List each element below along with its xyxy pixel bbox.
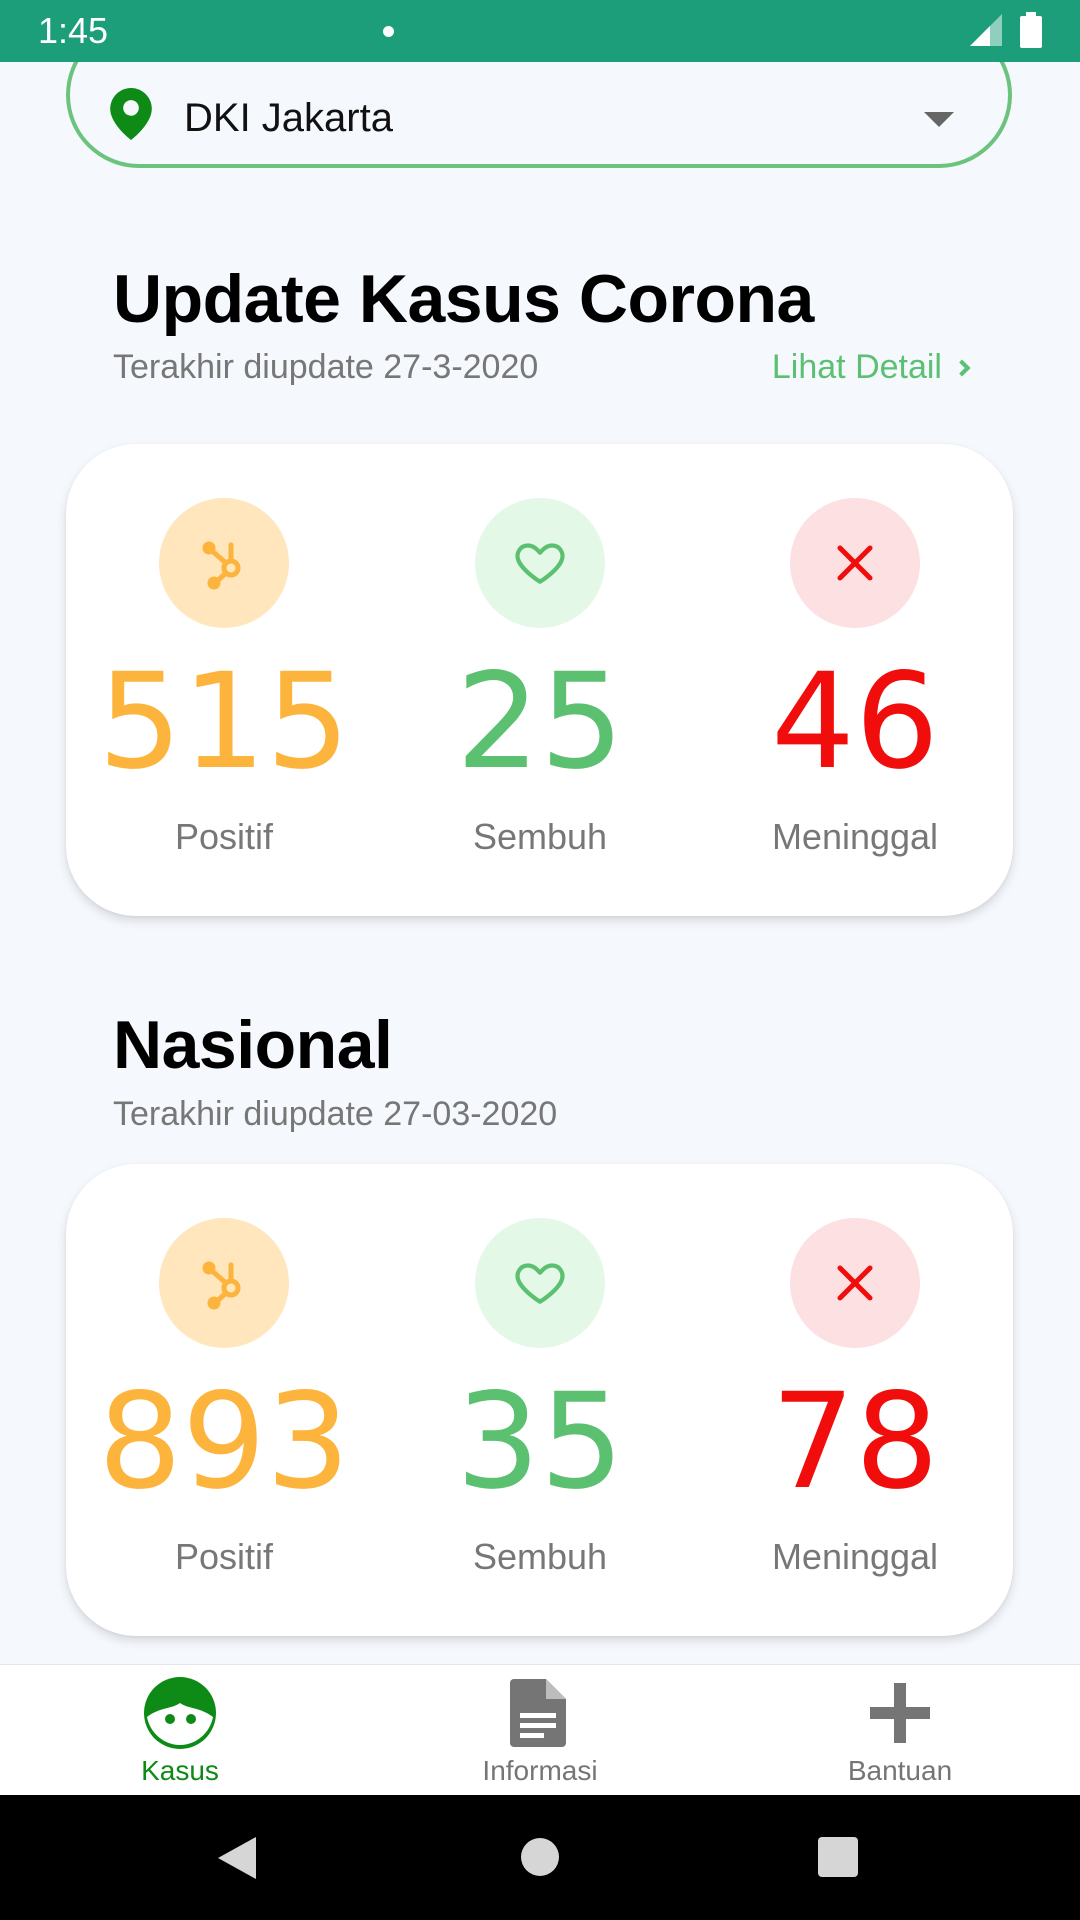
nav-item-kasus[interactable]: Kasus bbox=[0, 1665, 360, 1796]
stat-value: 25 bbox=[456, 645, 624, 799]
stat-label: Positif bbox=[174, 1536, 274, 1577]
stat-value: 35 bbox=[456, 1365, 624, 1519]
status-time: 1:45 bbox=[38, 10, 109, 51]
detail-link[interactable]: Lihat Detail bbox=[771, 348, 971, 387]
close-icon bbox=[790, 1218, 920, 1348]
regional-title: Update Kasus Corona bbox=[113, 261, 814, 337]
stat-label: Meninggal bbox=[771, 1536, 939, 1577]
stat-recovered: 35 Sembuh bbox=[390, 1164, 690, 1636]
national-updated: Terakhir diupdate 27-03-2020 bbox=[113, 1095, 558, 1133]
nav-item-bantuan[interactable]: Bantuan bbox=[720, 1665, 1080, 1796]
location-value: DKI Jakarta bbox=[184, 96, 393, 140]
stat-label: Sembuh bbox=[472, 1536, 608, 1577]
national-card: 893 Positif 35 Sembuh 78 Meninggal bbox=[66, 1164, 1013, 1636]
stat-positive: 515 Positif bbox=[74, 444, 374, 916]
stat-value: 78 bbox=[771, 1365, 939, 1519]
home-icon[interactable] bbox=[520, 1837, 560, 1877]
detail-link-label: Lihat Detail bbox=[771, 348, 942, 386]
battery-icon bbox=[1020, 12, 1042, 48]
regional-card: 515 Positif 25 Sembuh 46 Meninggal bbox=[66, 444, 1013, 916]
close-icon bbox=[790, 498, 920, 628]
bottom-navigation: Kasus Informasi Bantuan bbox=[0, 1664, 1080, 1795]
status-bar: 1:45 bbox=[0, 0, 1080, 62]
stat-deaths: 46 Meninggal bbox=[705, 444, 1005, 916]
location-dropdown[interactable]: DKI Jakarta bbox=[66, 62, 1012, 168]
location-pin-icon bbox=[110, 88, 152, 140]
nav-label: Informasi bbox=[482, 1755, 598, 1786]
virus-icon bbox=[159, 1218, 289, 1348]
national-title: Nasional bbox=[113, 1007, 393, 1083]
virus-icon bbox=[159, 498, 289, 628]
notification-dot-icon bbox=[383, 26, 394, 37]
stat-recovered: 25 Sembuh bbox=[390, 444, 690, 916]
stat-label: Positif bbox=[174, 816, 274, 857]
chevron-right-icon bbox=[953, 359, 971, 376]
stat-positive: 893 Positif bbox=[74, 1164, 374, 1636]
stat-value: 515 bbox=[98, 645, 350, 799]
document-icon bbox=[510, 1679, 566, 1747]
signal-icon bbox=[970, 14, 1002, 46]
nav-label: Bantuan bbox=[847, 1755, 953, 1786]
stat-deaths: 78 Meninggal bbox=[705, 1164, 1005, 1636]
nav-label: Kasus bbox=[141, 1755, 219, 1786]
system-navigation-bar bbox=[0, 1795, 1080, 1920]
recents-icon[interactable] bbox=[818, 1837, 858, 1877]
stat-value: 893 bbox=[98, 1365, 350, 1519]
face-icon bbox=[144, 1677, 216, 1749]
chevron-down-icon bbox=[924, 112, 954, 127]
scroll-content[interactable]: DKI Jakarta Update Kasus Corona Terakhir… bbox=[0, 62, 1080, 1664]
plus-icon bbox=[870, 1683, 930, 1743]
stat-label: Sembuh bbox=[472, 816, 608, 857]
stat-value: 46 bbox=[771, 645, 939, 799]
back-icon[interactable] bbox=[216, 1835, 258, 1881]
stat-label: Meninggal bbox=[771, 816, 939, 857]
heart-icon bbox=[475, 498, 605, 628]
heart-icon bbox=[475, 1218, 605, 1348]
regional-updated: Terakhir diupdate 27-3-2020 bbox=[113, 348, 539, 386]
nav-item-informasi[interactable]: Informasi bbox=[360, 1665, 720, 1796]
